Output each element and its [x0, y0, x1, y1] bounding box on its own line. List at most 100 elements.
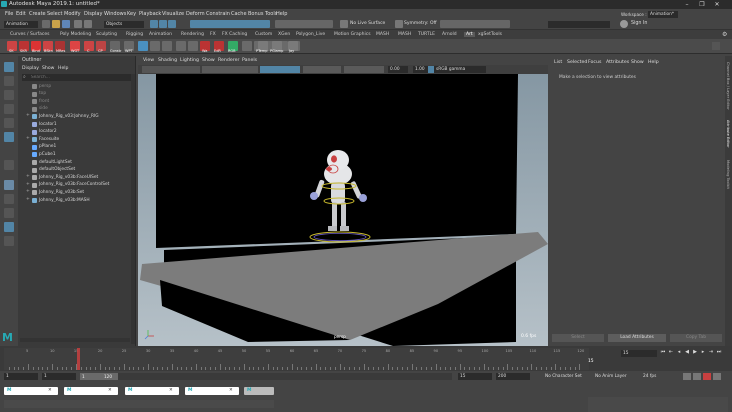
menu-cache[interactable]: Cache — [231, 11, 247, 17]
shelf-tab[interactable]: MASH — [398, 32, 411, 37]
layout-single-icon[interactable] — [4, 180, 14, 190]
viewport-menu-renderer[interactable]: Renderer — [218, 58, 239, 63]
menu-playback[interactable]: Playback — [139, 11, 161, 17]
save-scene-icon[interactable] — [62, 20, 70, 28]
outliner-item-johnny-rig[interactable]: + Johnny_Rig_v03:Johnny_RIG — [20, 113, 132, 120]
expand-icon[interactable]: + — [26, 113, 30, 118]
range-slider-handle[interactable]: 1 120 — [80, 373, 118, 380]
copy-tab-button[interactable]: Copy Tab — [670, 334, 722, 342]
shelf-tab[interactable]: FX — [210, 32, 216, 37]
open-scene-icon[interactable] — [52, 20, 60, 28]
menu-modify[interactable]: Modify — [64, 11, 81, 17]
attr-menu-focus[interactable]: Focus — [588, 60, 601, 65]
outliner-menu-show[interactable]: Show — [42, 66, 54, 71]
attr-menu-selected[interactable]: Selected — [567, 60, 587, 65]
play-backward-icon[interactable]: ◀ — [684, 349, 690, 355]
layout-graph-icon[interactable] — [4, 236, 14, 246]
outliner-item-front[interactable]: front — [20, 98, 132, 105]
current-time-indicator[interactable] — [77, 348, 80, 370]
attr-menu-attributes[interactable]: Attributes — [606, 60, 629, 65]
shelf-button-grey4-icon[interactable] — [188, 41, 198, 51]
outliner-item-persp[interactable]: persp — [20, 83, 132, 90]
shelf-tab[interactable]: xgSetTools — [478, 32, 502, 37]
scale-tool-icon[interactable] — [4, 132, 14, 142]
shelf-tab-active[interactable]: Art — [464, 32, 475, 37]
time-slider[interactable]: 5 10 15 20 25 30 35 40 45 50 55 60 65 70 75 80 85 90 95 100… — [0, 346, 732, 371]
record-key-icon[interactable] — [703, 373, 711, 380]
menu-windows[interactable]: Windows — [104, 11, 126, 17]
viewport-canvas[interactable]: persp 0.6 fps — [138, 74, 548, 346]
grid-display-group[interactable] — [202, 66, 258, 73]
step-back-frame-icon[interactable]: ◂ — [676, 349, 682, 355]
selection-masks-group[interactable] — [190, 20, 270, 28]
shelf-tab[interactable]: Curves / Surfaces — [10, 32, 50, 37]
go-to-end-icon[interactable]: ⏭ — [716, 349, 722, 355]
menu-bonus-tools[interactable]: Bonus Tools — [248, 11, 277, 17]
layout-four-icon[interactable] — [4, 194, 14, 204]
lasso-tool-icon[interactable] — [4, 76, 14, 86]
command-line-field[interactable] — [4, 400, 274, 408]
viewport-menu-view[interactable]: View — [143, 58, 154, 63]
exposure-field[interactable]: 0.00 — [388, 66, 408, 73]
attr-menu-show[interactable]: Show — [631, 60, 644, 65]
camera-tools-group[interactable] — [142, 66, 200, 73]
loop-icon[interactable] — [683, 373, 691, 380]
shelf-button-grey3-icon[interactable] — [176, 41, 186, 51]
shelf-button-grey2-icon[interactable] — [162, 41, 172, 51]
auto-key-icon[interactable] — [693, 373, 701, 380]
shelf-menu-icon[interactable] — [712, 42, 720, 50]
side-tab-attribute-editor[interactable]: Attribute Editor — [726, 120, 730, 148]
menu-deform[interactable]: Deform — [186, 11, 205, 17]
shelf-tab[interactable]: Arnold — [442, 32, 457, 37]
animation-end-field[interactable]: 200 — [496, 373, 530, 380]
workspace-dropdown[interactable]: Animation* — [648, 11, 678, 18]
last-tool-icon[interactable] — [4, 160, 14, 170]
paint-select-tool-icon[interactable] — [4, 90, 14, 100]
select-by-object-icon[interactable] — [159, 20, 167, 28]
load-attributes-button[interactable]: Load Attributes — [608, 334, 666, 342]
playback-end-field[interactable]: 15 — [458, 373, 492, 380]
select-by-component-icon[interactable] — [168, 20, 176, 28]
viewport-menu-show[interactable]: Show — [202, 58, 215, 63]
outliner-item-defaultlightset[interactable]: defaultLightSet — [20, 159, 132, 166]
outliner-item-side[interactable]: side — [20, 106, 132, 113]
shelf-tab[interactable]: Sculpting — [96, 32, 117, 37]
attr-menu-help[interactable]: Help — [648, 60, 659, 65]
minimized-window[interactable]: M — [244, 387, 274, 395]
shelf-button-blue1-icon[interactable] — [138, 41, 148, 51]
shelf-tab[interactable]: TURTLE — [418, 32, 435, 37]
account-icon[interactable] — [620, 20, 628, 28]
outliner-hscrollbar[interactable] — [20, 338, 130, 342]
close-icon[interactable]: ✕ — [229, 388, 233, 393]
snap-tools-group[interactable] — [275, 20, 333, 28]
shading-mode-group[interactable] — [260, 66, 300, 73]
minimized-window[interactable]: M ✕ — [64, 387, 118, 395]
isolate-group[interactable] — [344, 66, 384, 73]
menu-create[interactable]: Create — [29, 11, 46, 17]
close-button[interactable]: ✕ — [712, 1, 722, 8]
outliner-search-field[interactable]: ⌕ — [22, 74, 132, 81]
outliner-item-pcube1[interactable]: pCube1 — [20, 151, 132, 158]
view-transform-dropdown[interactable]: sRGB gamma — [434, 66, 486, 73]
render-tools-group[interactable] — [440, 20, 510, 28]
go-to-start-icon[interactable]: ⏮ — [660, 349, 666, 355]
lighting-mode-group[interactable] — [303, 66, 341, 73]
expand-icon[interactable]: + — [26, 197, 30, 202]
attr-select-button[interactable]: Select — [552, 334, 604, 342]
menu-file[interactable]: File — [5, 11, 13, 17]
outliner-item-defaultobjectset[interactable]: defaultObjectSet — [20, 167, 132, 174]
input-line-field[interactable] — [548, 21, 610, 28]
outliner-item-faceuiset[interactable]: + Johnny_Rig_v03b:FaceUISet — [20, 174, 132, 181]
minimized-window[interactable]: M ✕ — [4, 387, 58, 395]
selection-mask-dropdown[interactable]: Objects — [104, 21, 144, 28]
outliner-item-facecontrolset[interactable]: + Johnny_Rig_v03b:FaceControlSet — [20, 182, 132, 189]
outliner-item-facesuite[interactable]: + Facesuite — [20, 136, 132, 143]
shelf-tab[interactable]: MASH — [376, 32, 389, 37]
current-frame-field[interactable]: 15 — [621, 350, 657, 357]
shelf-tab[interactable]: Polygon_Live — [296, 32, 325, 37]
outliner-search-input[interactable] — [31, 74, 121, 81]
menu-help[interactable]: Help — [276, 11, 287, 17]
outliner-menu-help[interactable]: Help — [58, 66, 68, 71]
move-tool-icon[interactable] — [4, 104, 14, 114]
menu-display[interactable]: Display — [84, 11, 102, 17]
